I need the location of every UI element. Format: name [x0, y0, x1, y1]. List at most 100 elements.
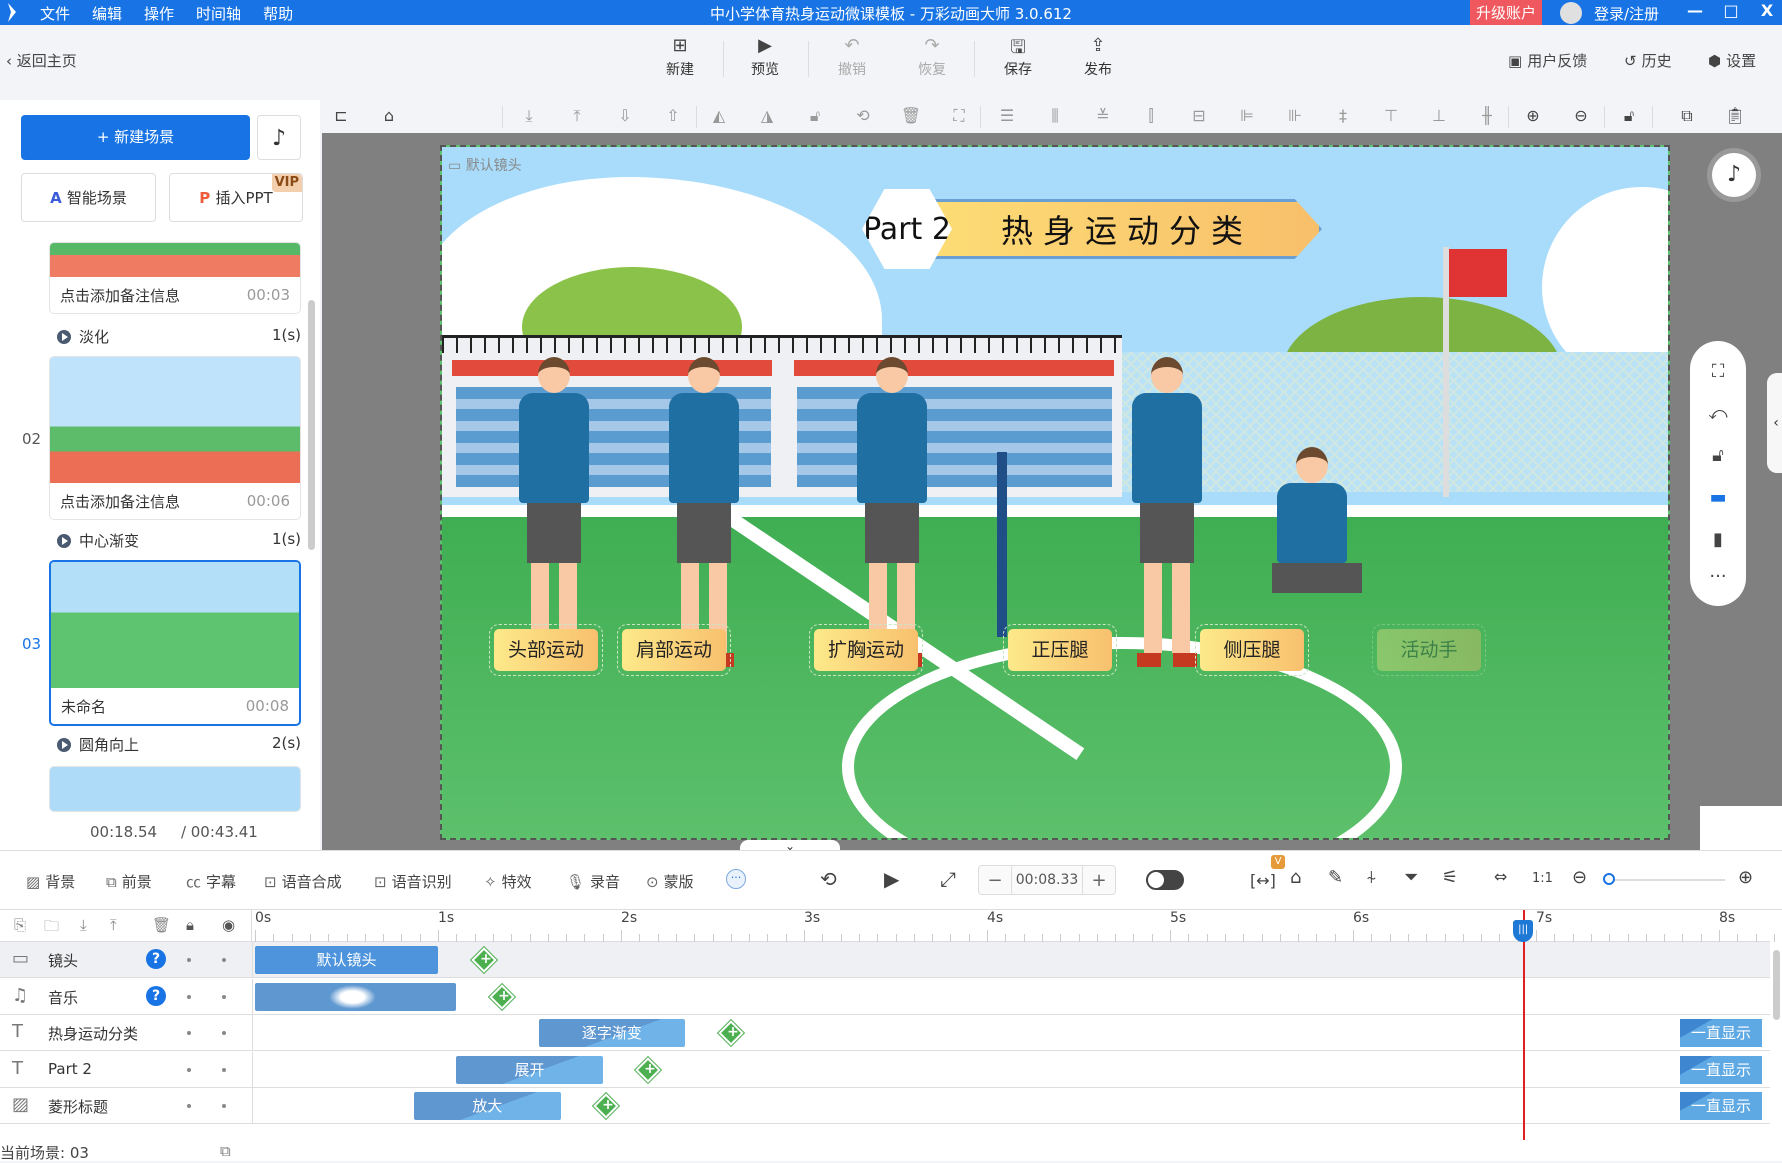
select-frame-icon[interactable]: ⛶	[948, 106, 970, 126]
music-note-icon[interactable]: ♪	[257, 115, 301, 160]
always-show-clip[interactable]: 一直显示	[1680, 1092, 1762, 1120]
animation-clip[interactable]: 逐字渐变	[538, 1019, 686, 1047]
speech-recognition-button[interactable]: ⊡ 语音识别	[374, 871, 452, 892]
scene-note[interactable]: 未命名	[61, 696, 106, 717]
save-button[interactable]: 🖫 保存	[988, 35, 1048, 79]
visibility-dot[interactable]	[222, 994, 226, 999]
tts-button[interactable]: ⊡ 语音合成	[264, 871, 342, 892]
undo-button[interactable]: ↶ 撤销	[822, 35, 882, 79]
zoom-out-icon[interactable]: ⊖	[1570, 106, 1592, 125]
scene-card-2[interactable]: 点击添加备注信息 00:06	[49, 356, 301, 520]
more-tools-button[interactable]: ···	[726, 869, 746, 889]
mask-button[interactable]: ⊙ 蒙版	[646, 871, 694, 892]
fullscreen-icon[interactable]: ⤢	[940, 867, 956, 891]
character-head-exercise[interactable]	[514, 357, 594, 667]
visibility-dot[interactable]	[222, 958, 226, 962]
music-note-icon[interactable]: ♪	[1712, 153, 1756, 197]
play-icon[interactable]: ▶	[884, 867, 899, 891]
actual-size-icon[interactable]: 1:1	[1532, 871, 1553, 886]
label-head-exercise[interactable]: 头部运动	[489, 624, 603, 676]
character-shoulder-exercise[interactable]	[664, 357, 744, 667]
track-name[interactable]: 热身运动分类	[48, 1023, 138, 1044]
lock-icon[interactable]: 🔒︎	[186, 916, 194, 934]
label-side-leg-press[interactable]: 侧压腿	[1195, 624, 1309, 676]
adjust-icon[interactable]: ⚟	[1442, 867, 1458, 888]
align-top-icon[interactable]: ⊤	[1380, 106, 1402, 125]
more-icon[interactable]: ···	[1690, 566, 1746, 587]
smart-scene-button[interactable]: A 智能场景	[21, 173, 156, 222]
align-bottom-icon[interactable]: ⊥	[1428, 106, 1450, 125]
lock-icon[interactable]: 🔓︎	[1618, 106, 1640, 126]
zoom-in-icon[interactable]: ⊕	[1738, 867, 1753, 888]
lock-dot[interactable]	[187, 994, 191, 999]
distribute-vertical-icon[interactable]: ⫼	[1044, 106, 1066, 126]
ruler-icon[interactable]: ⊏	[330, 106, 352, 125]
portrait-screen-icon[interactable]: ▮	[1690, 529, 1746, 550]
delete-icon[interactable]: 🗑︎	[900, 106, 922, 125]
scene-note[interactable]: 点击添加备注信息	[60, 285, 180, 306]
scene-transition-1[interactable]: 淡化 1(s)	[57, 326, 301, 347]
scene-note[interactable]: 点击添加备注信息	[60, 491, 180, 512]
align-right-icon[interactable]: ⊪	[1284, 106, 1306, 125]
move-to-top-icon[interactable]: ⤒	[566, 106, 588, 126]
animation-clip[interactable]: 默认镜头	[255, 946, 438, 974]
align-vertical-center-icon[interactable]: ╫	[1476, 106, 1498, 125]
flip-vertical-icon[interactable]: ◮	[756, 106, 778, 125]
fit-width-icon[interactable]: ⇔	[1494, 867, 1507, 886]
canvas-minimap[interactable]	[1700, 806, 1782, 850]
scene-switch-icon[interactable]: ⧉	[220, 1142, 231, 1160]
new-button[interactable]: ⊞ 新建	[650, 35, 710, 79]
add-keyframe-icon[interactable]	[718, 1020, 744, 1046]
scene-canvas[interactable]: 热身运动分类 Part 2 ▭ 默认镜头 头部运动 肩部运动 扩胸运动 正压腿 …	[440, 145, 1670, 840]
animation-clip[interactable]: 放大	[414, 1092, 561, 1120]
move-down-icon[interactable]: ⤓	[80, 916, 87, 934]
unlock-icon[interactable]: 🔓︎	[1690, 445, 1746, 466]
close-button[interactable]: X	[1752, 1, 1782, 20]
menu-help[interactable]: 帮助	[263, 3, 293, 24]
time-input[interactable]: 00:08.33	[1011, 866, 1083, 894]
import-icon[interactable]: ⎘	[14, 916, 26, 934]
track-name[interactable]: 菱形标题	[48, 1096, 108, 1117]
user-avatar-icon[interactable]	[1560, 2, 1582, 24]
move-to-bottom-icon[interactable]: ⤓	[518, 106, 540, 126]
track-name[interactable]: 镜头	[48, 950, 78, 971]
replay-icon[interactable]: ⟲	[820, 867, 837, 891]
insert-ppt-button[interactable]: P 插入PPT VIP	[169, 173, 303, 222]
background-button[interactable]: ▨ 背景	[26, 871, 75, 892]
distribute-horizontal-icon[interactable]: ☰	[996, 106, 1018, 125]
zoom-out-icon[interactable]: ⊖	[1572, 867, 1587, 888]
scene-card-4[interactable]	[49, 766, 301, 812]
rotate-screen-icon[interactable]: ⤺	[1690, 403, 1746, 424]
lock-dot[interactable]	[187, 1031, 191, 1035]
timeline-zoom-slider[interactable]	[1605, 879, 1725, 881]
scene-card-3[interactable]: 未命名 00:08	[49, 560, 301, 726]
paste-icon[interactable]: 📋︎	[1724, 106, 1746, 125]
menu-operation[interactable]: 操作	[144, 3, 174, 24]
edit-icon[interactable]: ✎	[1328, 867, 1343, 888]
menu-edit[interactable]: 编辑	[92, 3, 122, 24]
publish-button[interactable]: ⇪ 发布	[1068, 35, 1128, 79]
menu-timeline[interactable]: 时间轴	[196, 3, 241, 24]
add-keyframe-icon[interactable]	[471, 947, 497, 973]
character-forward-leg-press[interactable]	[1127, 357, 1207, 667]
visibility-dot[interactable]	[222, 1067, 226, 1072]
label-hand-exercise[interactable]: 活动手	[1372, 624, 1486, 676]
playhead-handle[interactable]: |||	[1513, 920, 1534, 942]
lock-dot[interactable]	[187, 958, 191, 962]
scene-card-1[interactable]: 点击添加备注信息 00:03	[49, 242, 301, 314]
foreground-button[interactable]: ⧉ 前景	[106, 871, 152, 892]
character-side-leg-press[interactable]	[1272, 447, 1362, 593]
camera-bracket-icon[interactable]: [↔]	[1250, 871, 1276, 890]
align-center-icon[interactable]: ‡	[1332, 106, 1354, 125]
split-icon[interactable]: ⍭	[1366, 867, 1377, 888]
decrease-time-button[interactable]: −	[979, 866, 1011, 894]
add-keyframe-icon[interactable]	[635, 1056, 662, 1083]
label-chest-exercise[interactable]: 扩胸运动	[809, 624, 923, 676]
rotate-icon[interactable]: ⟲	[852, 106, 874, 125]
always-show-clip[interactable]: 一直显示	[1680, 1019, 1762, 1047]
minimize-button[interactable]: —	[1680, 1, 1710, 20]
back-home-button[interactable]: ‹ 返回主页	[6, 50, 77, 71]
eye-icon[interactable]: ◉	[222, 916, 235, 934]
effects-button[interactable]: ✧ 特效	[484, 871, 532, 892]
subtitle-button[interactable]: ㏄字幕	[186, 871, 236, 892]
